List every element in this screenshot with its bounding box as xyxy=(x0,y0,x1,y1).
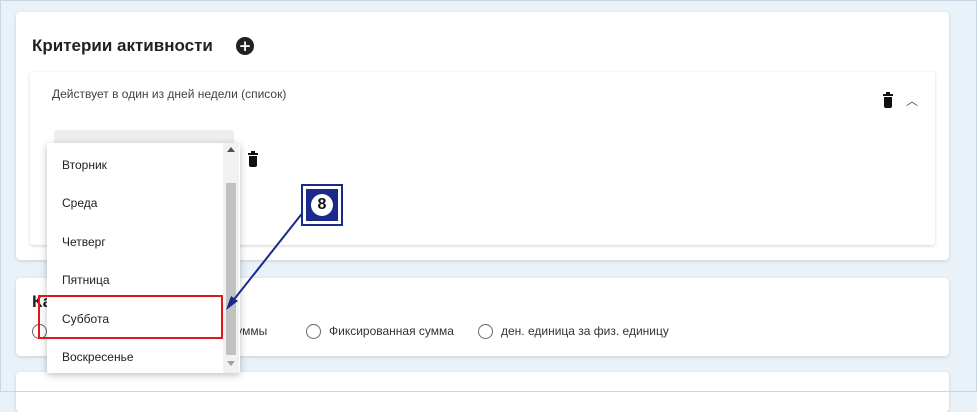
step-number: 8 xyxy=(311,194,333,216)
annotation-arrow xyxy=(226,205,309,310)
step-badge: 8 xyxy=(301,184,343,226)
